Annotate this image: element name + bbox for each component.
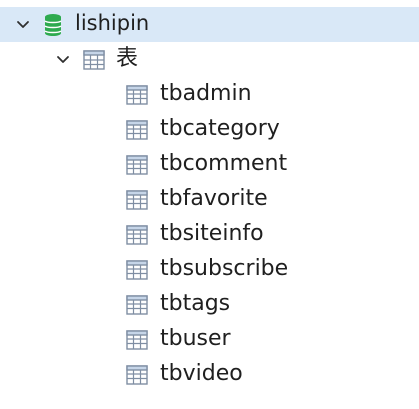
table-label: tbfavorite xyxy=(160,185,268,211)
table-icon xyxy=(124,82,150,108)
table-icon xyxy=(124,257,150,283)
table-label: tbsiteinfo xyxy=(160,220,264,246)
table-icon xyxy=(124,327,150,353)
tree-item-table[interactable]: tbsubscribe xyxy=(0,252,419,287)
tree-item-table[interactable]: tbuser xyxy=(0,322,419,357)
tables-group-label: 表 xyxy=(116,45,139,71)
table-icon xyxy=(124,362,150,388)
table-icon xyxy=(124,117,150,143)
tree-item-database-lishipin[interactable]: lishipin xyxy=(0,7,419,42)
table-icon xyxy=(124,152,150,178)
tree-item-table[interactable]: tbvideo xyxy=(0,357,419,392)
table-label: tbadmin xyxy=(160,80,252,106)
table-label: tbtags xyxy=(160,290,231,316)
tree-item-table[interactable]: tbcategory xyxy=(0,112,419,147)
table-icon xyxy=(124,187,150,213)
table-label: tbsubscribe xyxy=(160,255,289,281)
chevron-down-icon[interactable] xyxy=(14,16,32,34)
tree-item-table[interactable]: tbtags xyxy=(0,287,419,322)
table-label: tbvideo xyxy=(160,360,243,386)
tree-item-table[interactable]: tbfavorite xyxy=(0,182,419,217)
tree-item-table[interactable]: tbadmin xyxy=(0,77,419,112)
table-label: tbcomment xyxy=(160,150,288,176)
chevron-down-icon[interactable] xyxy=(54,51,72,69)
table-label: tbcategory xyxy=(160,115,280,141)
table-icon xyxy=(124,292,150,318)
database-label: lishipin xyxy=(75,11,150,35)
tree-item-table[interactable]: tbcomment xyxy=(0,147,419,182)
object-tree: lishipin 表 tbadmin tbcategory tbcomment … xyxy=(0,0,419,409)
database-icon xyxy=(42,13,64,37)
table-group-icon xyxy=(82,48,106,72)
tree-item-tables-group[interactable]: 表 xyxy=(0,42,419,77)
table-label: tbuser xyxy=(160,325,231,351)
tree-item-table[interactable]: tbsiteinfo xyxy=(0,217,419,252)
table-icon xyxy=(124,222,150,248)
